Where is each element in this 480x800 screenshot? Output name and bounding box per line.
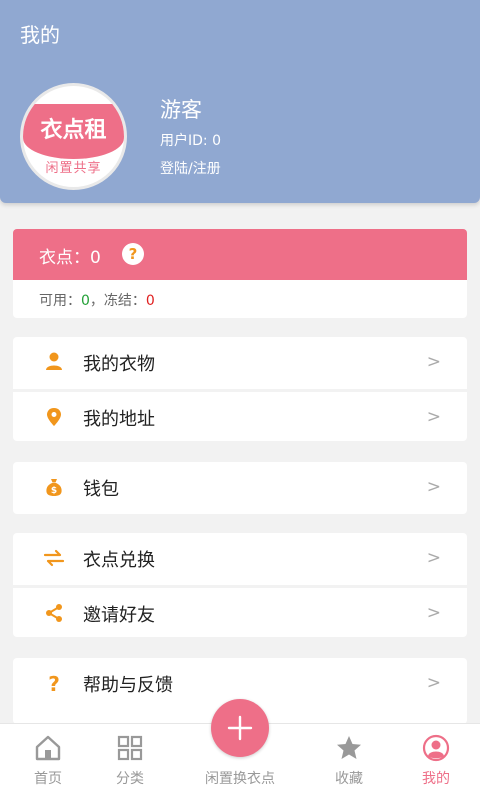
- tab-favorites[interactable]: 收藏: [301, 724, 397, 800]
- exchange-arrows-icon: [43, 549, 65, 567]
- points-detail: 可用：0，冻结：0: [13, 280, 467, 318]
- money-bag-icon: $: [46, 479, 62, 496]
- menu-item-my-clothes[interactable]: 我的衣物 >: [13, 337, 467, 389]
- frozen-label: 冻结：: [103, 293, 146, 309]
- menu-item-label: 我的衣物: [83, 354, 155, 375]
- share-icon: [46, 604, 62, 622]
- menu-item-wallet[interactable]: $ 钱包 >: [13, 462, 467, 514]
- login-register-link[interactable]: 登陆/注册: [160, 158, 221, 178]
- menu-group-exchange: 衣点兑换 > 邀请好友 >: [13, 533, 467, 637]
- chevron-right-icon: >: [426, 407, 441, 427]
- points-bar: 衣点：0 ?: [13, 229, 467, 280]
- profile-header: 我的 衣点租 闲置共享 游客 用户ID: 0 登陆/注册: [0, 0, 480, 203]
- available-value: 0: [81, 293, 90, 309]
- menu-group-clothes: 我的衣物 > 我的地址 >: [13, 337, 467, 441]
- menu-item-points-exchange[interactable]: 衣点兑换 >: [13, 533, 467, 585]
- chevron-right-icon: >: [426, 673, 441, 693]
- separator: ，: [89, 293, 104, 309]
- grid-icon: [117, 735, 143, 761]
- question-icon: ?: [48, 672, 60, 694]
- tab-label: 闲置换衣点: [205, 771, 275, 787]
- chevron-right-icon: >: [426, 352, 441, 372]
- person-icon: [46, 352, 62, 370]
- add-item-button[interactable]: [211, 699, 269, 757]
- svg-text:$: $: [51, 486, 57, 496]
- profile-circle-icon: [422, 734, 450, 762]
- menu-item-label: 钱包: [83, 479, 119, 500]
- points-label: 衣点：0: [39, 248, 101, 268]
- available-label: 可用：: [39, 293, 81, 309]
- menu-item-invite-friends[interactable]: 邀请好友 >: [13, 585, 467, 637]
- logo-name: 衣点租: [40, 118, 107, 143]
- help-icon[interactable]: ?: [122, 243, 144, 265]
- tab-label: 分类: [116, 771, 144, 787]
- home-icon: [35, 735, 61, 761]
- menu-item-label: 我的地址: [83, 409, 155, 430]
- user-id: 用户ID: 0: [160, 133, 221, 149]
- chevron-right-icon: >: [426, 548, 441, 568]
- chevron-right-icon: >: [426, 603, 441, 623]
- star-icon: [337, 736, 361, 759]
- tab-category[interactable]: 分类: [82, 724, 178, 800]
- menu-item-label: 邀请好友: [83, 605, 155, 626]
- menu-item-my-address[interactable]: 我的地址 >: [13, 389, 467, 441]
- menu-item-label: 帮助与反馈: [83, 675, 173, 696]
- menu-item-label: 衣点兑换: [83, 550, 155, 571]
- tab-label: 我的: [422, 771, 450, 787]
- location-pin-icon: [47, 408, 61, 426]
- svg-text:?: ?: [48, 672, 60, 694]
- page-title: 我的: [20, 23, 60, 47]
- chevron-right-icon: >: [426, 477, 441, 497]
- avatar[interactable]: 衣点租 闲置共享: [20, 83, 127, 190]
- tab-mine[interactable]: 我的: [388, 724, 480, 800]
- plus-icon: [227, 715, 253, 741]
- tab-label: 收藏: [335, 771, 363, 787]
- frozen-value: 0: [145, 293, 155, 309]
- user-name: 游客: [160, 98, 202, 122]
- logo-tagline: 闲置共享: [45, 161, 102, 176]
- menu-group-wallet: $ 钱包 >: [13, 462, 467, 514]
